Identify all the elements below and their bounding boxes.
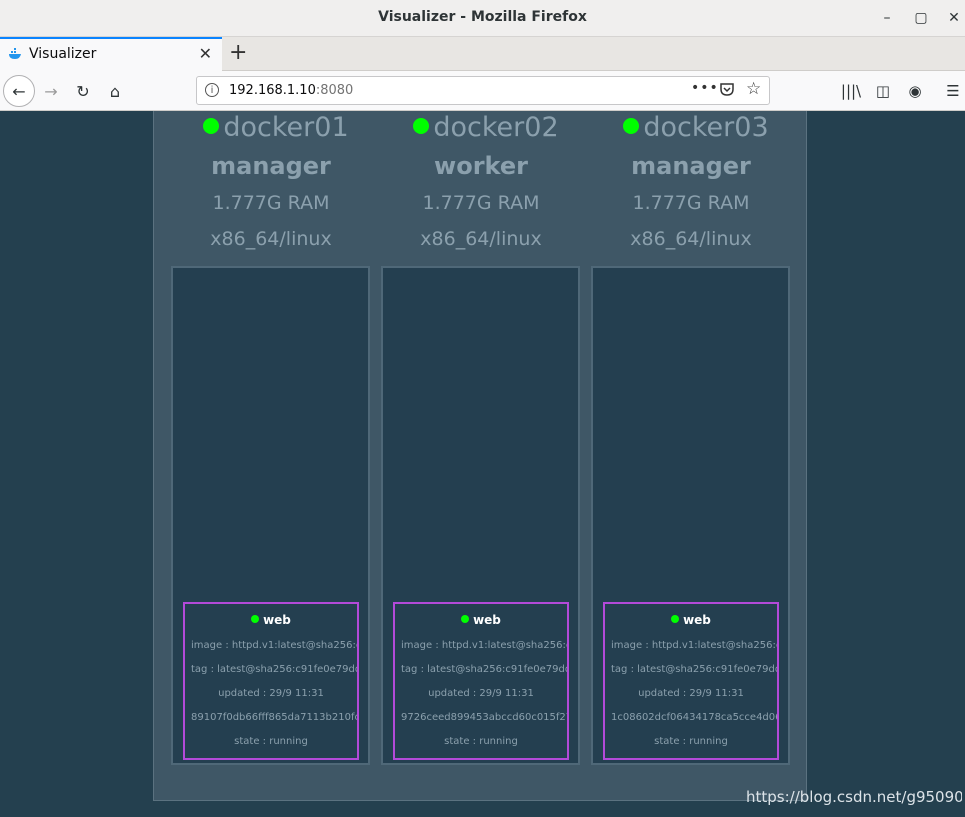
task-card[interactable]: web image : httpd.v1:latest@sha256:c91fe… <box>393 602 569 760</box>
task-updated: updated : 29/9 11:31 <box>638 688 744 699</box>
task-state: state : running <box>654 736 728 747</box>
window-title: Visualizer - Mozilla Firefox <box>378 9 587 25</box>
status-dot-icon <box>413 118 430 134</box>
node-role: manager <box>211 152 331 180</box>
status-dot-icon <box>203 118 220 134</box>
task-name: web <box>185 613 357 627</box>
url-host: 192.168.1.10 <box>229 83 316 98</box>
tab-label: Visualizer <box>29 46 97 62</box>
tab-visualizer[interactable]: Visualizer ✕ <box>0 37 222 71</box>
task-card[interactable]: web image : httpd.v1:latest@sha256:c91fe… <box>603 602 779 760</box>
task-id: 1c08602dcf06434178ca5cce4d0687 <box>611 712 779 723</box>
node-role: manager <box>631 152 751 180</box>
menu-icon[interactable]: ☰ <box>942 81 964 101</box>
task-image: image : httpd.v1:latest@sha256:c91fe0e79… <box>611 640 777 651</box>
new-tab-button[interactable]: + <box>229 40 247 66</box>
library-icon[interactable]: |||\ <box>840 81 862 101</box>
url-text[interactable]: 192.168.1.10:8080 <box>229 83 353 98</box>
task-name: web <box>395 613 567 627</box>
task-tag: tag : latest@sha256:c91fe0e79dd4 <box>611 664 779 675</box>
node-name-label: docker03 <box>643 112 769 143</box>
node-arch: x86_64/linux <box>210 228 332 250</box>
maximize-button[interactable]: ▢ <box>910 8 932 28</box>
node-name: docker03 <box>591 112 801 143</box>
bookmark-star-icon[interactable]: ☆ <box>746 79 761 99</box>
task-status-dot-icon <box>251 615 260 623</box>
node-container-box: web image : httpd.v1:latest@sha256:c91fe… <box>381 266 580 765</box>
node-container-box: web image : httpd.v1:latest@sha256:c91fe… <box>591 266 790 765</box>
node-name-label: docker02 <box>433 112 559 143</box>
task-status-dot-icon <box>671 615 680 623</box>
node-arch: x86_64/linux <box>630 228 752 250</box>
tab-strip: Visualizer ✕ + <box>0 37 965 71</box>
task-state: state : running <box>234 736 308 747</box>
status-dot-icon <box>623 118 640 134</box>
task-image: image : httpd.v1:latest@sha256:c91fe0e79… <box>401 640 567 651</box>
info-icon[interactable]: i <box>205 83 219 97</box>
sidebar-icon[interactable]: ◫ <box>872 81 894 101</box>
task-tag: tag : latest@sha256:c91fe0e79dd4 <box>401 664 569 675</box>
node-container-box: web image : httpd.v1:latest@sha256:c91fe… <box>171 266 370 765</box>
minimize-button[interactable]: – <box>876 8 898 28</box>
task-id: 9726ceed899453abccd60c015f27e <box>401 712 569 723</box>
task-id: 89107f0db66fff865da7113b210fcee <box>191 712 359 723</box>
node-arch: x86_64/linux <box>420 228 542 250</box>
forward-button[interactable]: → <box>37 77 65 105</box>
node-ram: 1.777G RAM <box>422 192 540 214</box>
node-name: docker01 <box>171 112 381 143</box>
node-ram: 1.777G RAM <box>212 192 330 214</box>
page-viewport: docker01 manager 1.777G RAM x86_64/linux… <box>0 111 965 817</box>
task-image: image : httpd.v1:latest@sha256:c91fe0e79… <box>191 640 357 651</box>
tab-close-icon[interactable]: ✕ <box>199 44 212 63</box>
task-name-label: web <box>263 613 291 627</box>
window-titlebar: Visualizer - Mozilla Firefox – ▢ ✕ <box>0 0 965 37</box>
task-name-label: web <box>683 613 711 627</box>
home-button[interactable]: ⌂ <box>101 77 129 105</box>
node-name: docker02 <box>381 112 591 143</box>
watermark-text: https://blog.csdn.net/g950904 <box>746 788 965 806</box>
node-role: worker <box>434 152 528 180</box>
pocket-icon[interactable] <box>719 81 735 97</box>
swarm-cluster: docker01 manager 1.777G RAM x86_64/linux… <box>153 111 807 801</box>
page-actions-icon[interactable]: ••• <box>691 80 719 96</box>
account-icon[interactable]: ◉ <box>904 81 926 101</box>
task-tag: tag : latest@sha256:c91fe0e79dd4 <box>191 664 359 675</box>
reload-button[interactable]: ↻ <box>69 77 97 105</box>
docker-whale-icon <box>9 48 21 59</box>
close-window-button[interactable]: ✕ <box>943 8 965 28</box>
task-updated: updated : 29/9 11:31 <box>428 688 534 699</box>
task-updated: updated : 29/9 11:31 <box>218 688 324 699</box>
task-name-label: web <box>473 613 501 627</box>
task-name: web <box>605 613 777 627</box>
node-name-label: docker01 <box>223 112 349 143</box>
back-button[interactable]: ← <box>3 75 35 107</box>
task-card[interactable]: web image : httpd.v1:latest@sha256:c91fe… <box>183 602 359 760</box>
url-port: :8080 <box>315 83 354 98</box>
node-ram: 1.777G RAM <box>632 192 750 214</box>
task-status-dot-icon <box>461 615 470 623</box>
url-bar[interactable]: i 192.168.1.10:8080 ••• ☆ <box>196 76 770 105</box>
task-state: state : running <box>444 736 518 747</box>
navigation-toolbar: ← → ↻ ⌂ i 192.168.1.10:8080 ••• ☆ |||\ ◫… <box>0 71 965 111</box>
